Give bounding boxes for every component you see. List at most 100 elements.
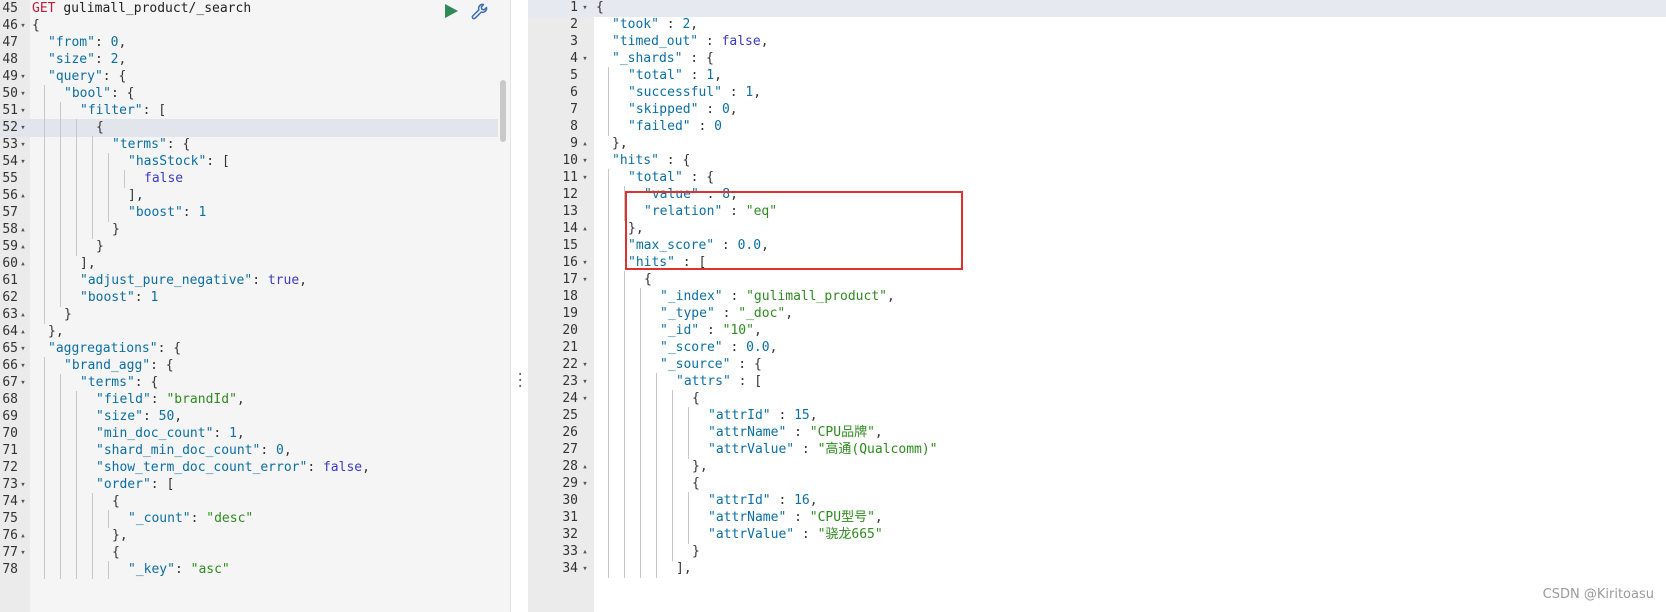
fold-expand-icon[interactable]: ▴: [580, 458, 590, 476]
code-line[interactable]: 69 "size": 50,: [0, 408, 498, 426]
code-line[interactable]: 65 ▾ "aggregations": {: [0, 340, 498, 358]
code-line[interactable]: 54 ▾ "hasStock": [: [0, 153, 498, 171]
code-line[interactable]: 17 ▾ {: [528, 271, 1666, 289]
code-line[interactable]: 61 "adjust_pure_negative": true,: [0, 272, 498, 290]
code-line[interactable]: 10 ▾ "hits" : {: [528, 152, 1666, 170]
fold-collapse-icon[interactable]: ▾: [18, 102, 28, 120]
code-line[interactable]: 25 "attrId" : 15,: [528, 407, 1666, 425]
fold-expand-icon[interactable]: ▴: [18, 187, 28, 205]
fold-expand-icon[interactable]: ▴: [18, 255, 28, 273]
code-line[interactable]: 26 "attrName" : "CPU品牌",: [528, 424, 1666, 442]
code-line[interactable]: 77 ▾ {: [0, 544, 498, 562]
fold-collapse-icon[interactable]: ▾: [18, 493, 28, 511]
fold-collapse-icon[interactable]: ▾: [580, 271, 590, 289]
fold-collapse-icon[interactable]: ▾: [580, 169, 590, 187]
fold-collapse-icon[interactable]: ▾: [18, 544, 28, 562]
code-line[interactable]: 34 ▾],: [528, 560, 1666, 578]
code-line[interactable]: 51 ▾ "filter": [: [0, 102, 498, 120]
code-line[interactable]: 21 "_score" : 0.0,: [528, 339, 1666, 357]
code-line[interactable]: 29 ▾ {: [528, 475, 1666, 493]
code-line[interactable]: 33 ▴}: [528, 543, 1666, 561]
code-line[interactable]: 3 "timed_out" : false,: [528, 33, 1666, 51]
code-line[interactable]: 72 "show_term_doc_count_error": false,: [0, 459, 498, 477]
fold-expand-icon[interactable]: ▴: [580, 220, 590, 238]
code-line[interactable]: 48 "size": 2,: [0, 51, 498, 69]
fold-expand-icon[interactable]: ▴: [580, 135, 590, 153]
pane-resize-divider[interactable]: · · ·: [510, 0, 528, 612]
code-line[interactable]: 46 ▾ {: [0, 17, 498, 35]
fold-expand-icon[interactable]: ▴: [18, 323, 28, 341]
code-line[interactable]: 49 ▾ "query": {: [0, 68, 498, 86]
code-line[interactable]: 59 ▴}: [0, 238, 498, 256]
code-line[interactable]: 50 ▾ "bool": {: [0, 85, 498, 103]
code-line[interactable]: 57 "boost": 1: [0, 204, 498, 222]
code-line[interactable]: 9 ▴},: [528, 135, 1666, 153]
code-line[interactable]: 45 GET gulimall_product/_search: [0, 0, 498, 18]
code-line[interactable]: 19 "_type" : "_doc",: [528, 305, 1666, 323]
request-editor[interactable]: 45 GET gulimall_product/_search 46 ▾{47 "fro…: [0, 0, 510, 612]
fold-collapse-icon[interactable]: ▾: [580, 390, 590, 408]
code-line[interactable]: 58 ▴}: [0, 221, 498, 239]
fold-collapse-icon[interactable]: ▾: [18, 476, 28, 494]
fold-expand-icon[interactable]: ▴: [18, 221, 28, 239]
code-line[interactable]: 6 "successful" : 1,: [528, 84, 1666, 102]
fold-collapse-icon[interactable]: ▾: [580, 152, 590, 170]
code-line[interactable]: 5 "total" : 1,: [528, 67, 1666, 85]
code-line[interactable]: 52 ▾ {: [0, 119, 498, 137]
code-line[interactable]: 30 "attrId" : 16,: [528, 492, 1666, 510]
fold-collapse-icon[interactable]: ▾: [580, 475, 590, 493]
code-line[interactable]: 78 "_key": "asc": [0, 561, 498, 579]
fold-collapse-icon[interactable]: ▾: [580, 50, 590, 68]
request-scrollbar[interactable]: [500, 80, 506, 142]
code-line[interactable]: 32 "attrValue" : "骁龙665": [528, 526, 1666, 544]
code-line[interactable]: 70 "min_doc_count": 1,: [0, 425, 498, 443]
response-viewer[interactable]: 1 ▾{2 "took" : 2, 3 "timed_out" : false, 4 ▾ "_…: [528, 0, 1666, 612]
fold-collapse-icon[interactable]: ▾: [18, 340, 28, 358]
fold-collapse-icon[interactable]: ▾: [580, 0, 590, 17]
code-line[interactable]: 73 ▾ "order": [: [0, 476, 498, 494]
fold-collapse-icon[interactable]: ▾: [580, 560, 590, 578]
code-line[interactable]: 53 ▾ "terms": {: [0, 136, 498, 154]
code-line[interactable]: 31 "attrName" : "CPU型号",: [528, 509, 1666, 527]
code-line[interactable]: 1 ▾ {: [528, 0, 1666, 17]
code-line[interactable]: 8 "failed" : 0: [528, 118, 1666, 136]
code-line[interactable]: 7 "skipped" : 0,: [528, 101, 1666, 119]
request-settings-button[interactable]: [470, 2, 490, 22]
fold-collapse-icon[interactable]: ▾: [18, 357, 28, 375]
fold-expand-icon[interactable]: ▴: [18, 527, 28, 545]
fold-collapse-icon[interactable]: ▾: [18, 85, 28, 103]
code-line[interactable]: 62 "boost": 1: [0, 289, 498, 307]
drag-handle-icon[interactable]: · · ·: [516, 368, 524, 394]
code-line[interactable]: 27 "attrValue" : "高通(Qualcomm)": [528, 441, 1666, 459]
send-request-button[interactable]: [442, 2, 460, 20]
code-line[interactable]: 68 "field": "brandId",: [0, 391, 498, 409]
code-line[interactable]: 2 "took" : 2,: [528, 16, 1666, 34]
code-line[interactable]: 74 ▾ {: [0, 493, 498, 511]
fold-collapse-icon[interactable]: ▾: [18, 153, 28, 171]
code-line[interactable]: 55 false: [0, 170, 498, 188]
fold-expand-icon[interactable]: ▴: [580, 543, 590, 561]
code-line[interactable]: 63 ▴}: [0, 306, 498, 324]
code-line[interactable]: 24 ▾ {: [528, 390, 1666, 408]
fold-expand-icon[interactable]: ▴: [18, 238, 28, 256]
fold-collapse-icon[interactable]: ▾: [18, 136, 28, 154]
fold-collapse-icon[interactable]: ▾: [18, 119, 28, 137]
code-line[interactable]: 66 ▾ "brand_agg": {: [0, 357, 498, 375]
code-line[interactable]: 60 ▴],: [0, 255, 498, 273]
code-line[interactable]: 4 ▾ "_shards" : {: [528, 50, 1666, 68]
code-line[interactable]: 75 "_count": "desc": [0, 510, 498, 528]
fold-collapse-icon[interactable]: ▾: [580, 356, 590, 374]
code-line[interactable]: 11 ▾ "total" : {: [528, 169, 1666, 187]
fold-collapse-icon[interactable]: ▾: [580, 373, 590, 391]
fold-collapse-icon[interactable]: ▾: [18, 374, 28, 392]
code-line[interactable]: 67 ▾ "terms": {: [0, 374, 498, 392]
code-line[interactable]: 20 "_id" : "10",: [528, 322, 1666, 340]
code-line[interactable]: 28 ▴},: [528, 458, 1666, 476]
code-line[interactable]: 71 "shard_min_doc_count": 0,: [0, 442, 498, 460]
fold-collapse-icon[interactable]: ▾: [18, 68, 28, 86]
fold-collapse-icon[interactable]: ▾: [580, 254, 590, 272]
code-line[interactable]: 76 ▴},: [0, 527, 498, 545]
fold-collapse-icon[interactable]: ▾: [18, 17, 28, 35]
code-line[interactable]: 56 ▴],: [0, 187, 498, 205]
code-line[interactable]: 23 ▾ "attrs" : [: [528, 373, 1666, 391]
